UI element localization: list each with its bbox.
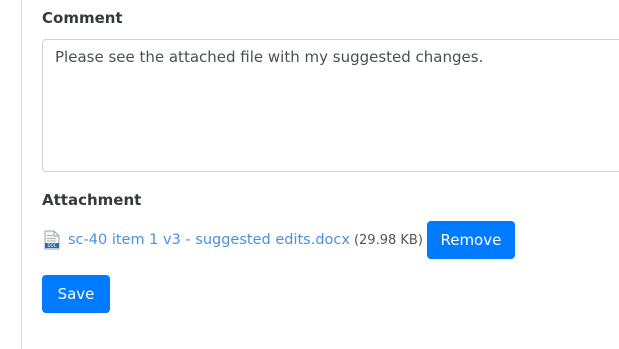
attachment-file-link[interactable]: sc-40 item 1 v3 - suggested edits.docx bbox=[68, 232, 350, 248]
comment-textarea[interactable]: Please see the attached file with my sug… bbox=[42, 39, 619, 172]
comment-label: Comment bbox=[42, 9, 123, 27]
docx-file-icon: DOC bbox=[44, 230, 60, 250]
save-button[interactable]: Save bbox=[42, 275, 110, 313]
attachment-file-size: (29.98 KB) bbox=[353, 232, 423, 248]
remove-attachment-button[interactable]: Remove bbox=[426, 221, 515, 259]
panel-divider bbox=[21, 0, 22, 349]
comment-form: Comment Please see the attached file wit… bbox=[0, 0, 619, 349]
attachment-row: DOC sc-40 item 1 v3 - suggested edits.do… bbox=[44, 221, 515, 259]
attachment-label: Attachment bbox=[42, 191, 142, 209]
svg-text:DOC: DOC bbox=[47, 243, 56, 248]
